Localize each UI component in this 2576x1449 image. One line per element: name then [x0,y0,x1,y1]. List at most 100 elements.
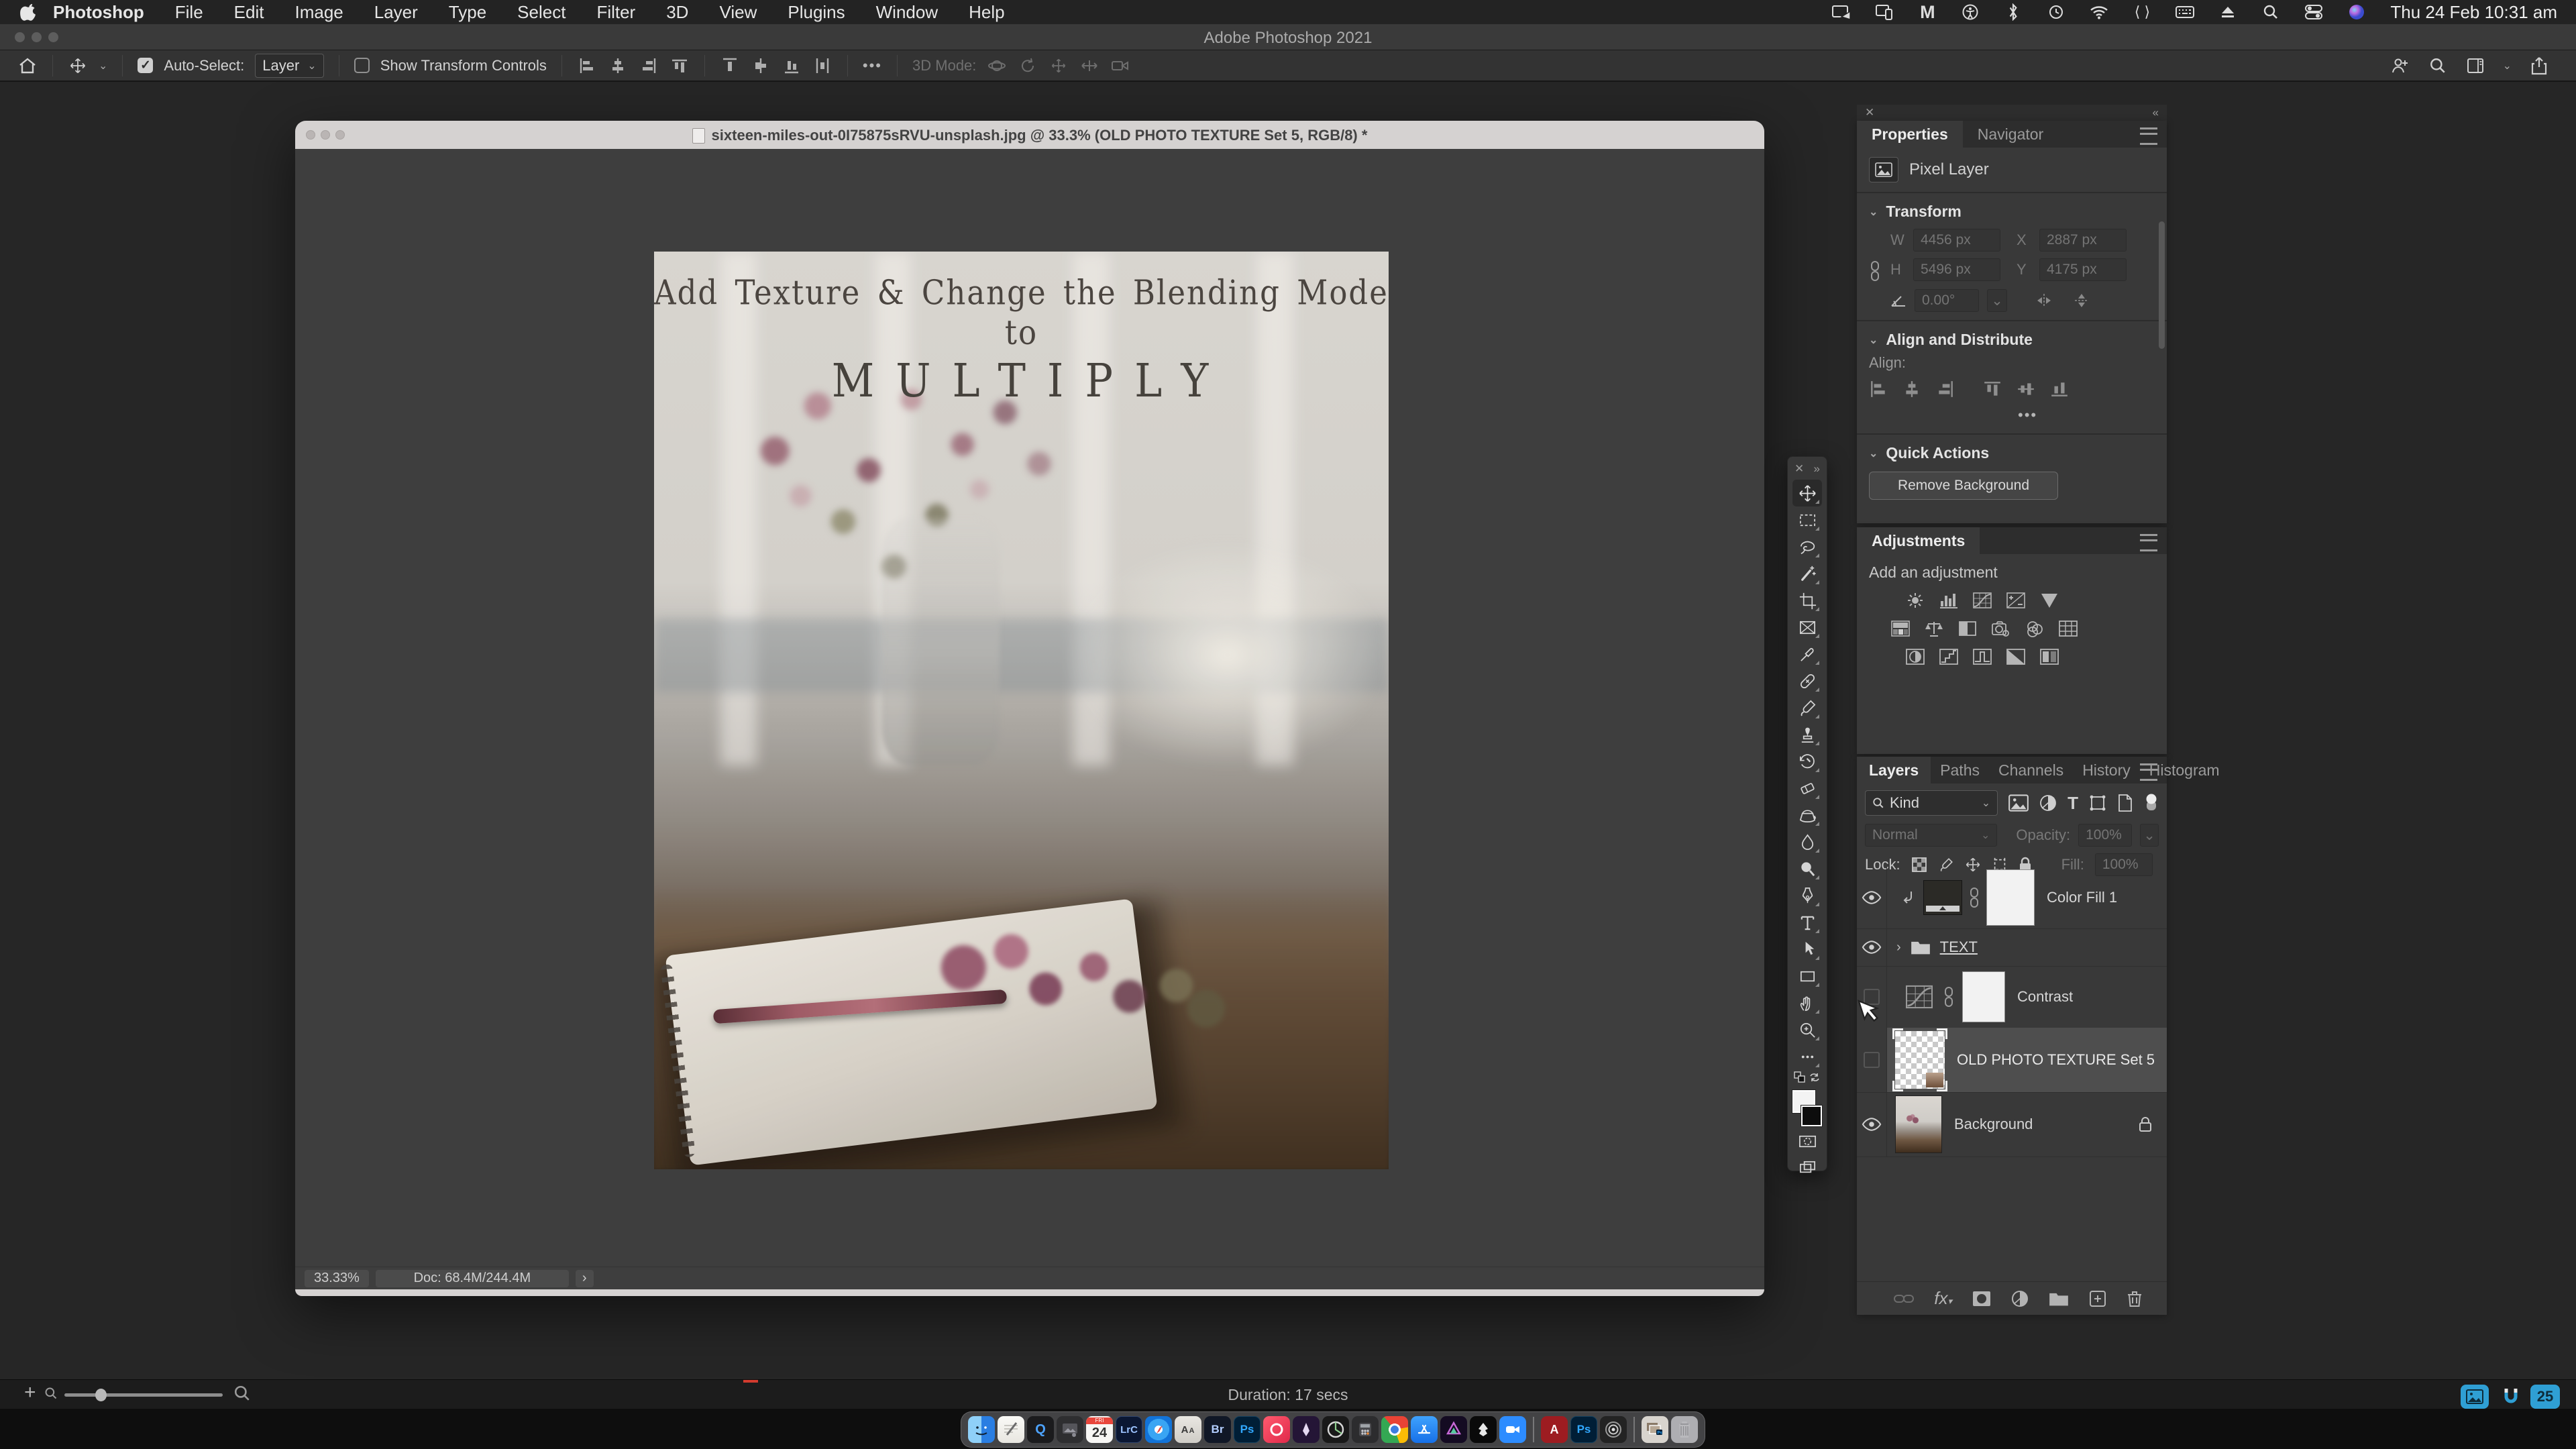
color-lookup-icon[interactable] [2054,616,2082,641]
flip-vertical-icon[interactable] [2073,292,2090,309]
menu-file[interactable]: File [160,2,219,23]
align-middle-icon[interactable] [2017,380,2035,398]
zoom-in-icon[interactable] [233,1385,251,1402]
distribute-top-icon[interactable] [720,56,740,76]
visibility-toggle[interactable] [1857,867,1887,928]
options-more-button[interactable]: ••• [863,57,882,74]
y-field[interactable]: 4175 px [2039,258,2127,281]
layer-row-contrast[interactable]: Contrast [1857,966,2167,1028]
doc-size-indicator[interactable]: Doc: 68.4M/244.4M [375,1269,569,1287]
default-colors-icon[interactable] [1794,1071,1806,1083]
rotate-dropdown[interactable]: ⌄ [1987,289,2007,312]
pen-tool[interactable] [1792,882,1822,909]
brush-tool[interactable] [1792,694,1822,721]
quick-mask-icon[interactable] [1792,1128,1822,1155]
dock-safari[interactable] [1145,1416,1172,1443]
black-white-icon[interactable] [1953,616,1982,641]
quick-actions-section-label[interactable]: Quick Actions [1886,444,1989,462]
curves-icon[interactable] [1968,588,1996,612]
menu-view[interactable]: View [704,2,772,23]
dock-screen-app[interactable] [1057,1416,1083,1443]
panel-close-icon[interactable]: ✕ [1865,106,1874,119]
flip-horizontal-icon[interactable] [2035,292,2053,309]
accessibility-icon[interactable] [1961,3,1980,21]
layer-row-texture-selected[interactable]: OLD PHOTO TEXTURE Set 5 [1857,1028,2167,1093]
layer-row-background[interactable]: Background [1857,1092,2167,1157]
align-top-edges-icon[interactable] [669,56,690,76]
new-group-icon[interactable] [2049,1291,2069,1307]
dock-textedit[interactable] [998,1416,1024,1443]
properties-scrollbar[interactable] [2159,221,2165,349]
fill-layer-thumbnail[interactable] [1923,880,1962,915]
document-title-bar[interactable]: sixteen-miles-out-0I75875sRVU-unsplash.j… [295,121,1764,149]
keyboard-switcher-icon[interactable] [2176,3,2195,21]
move-tool[interactable] [1792,480,1822,506]
marquee-tool[interactable] [1792,506,1822,533]
align-bottom-icon[interactable] [2050,380,2069,398]
hue-saturation-icon[interactable] [1886,616,1915,641]
dock-downloads-stack[interactable]: Ps [1642,1416,1668,1443]
menu-3d[interactable]: 3D [651,2,704,23]
filter-smart-objects-icon[interactable] [2117,794,2133,812]
sidecar-device-icon[interactable] [1875,3,1894,21]
filter-pixel-layers-icon[interactable] [2008,794,2029,812]
dock-acrobat[interactable]: A [1541,1416,1568,1443]
tab-paths[interactable]: Paths [1931,757,1989,784]
filter-adjustment-layers-icon[interactable] [2039,794,2057,812]
distribute-vcenter-icon[interactable] [751,56,771,76]
toolbar-more-icon[interactable] [1792,1043,1822,1070]
align-center-icon[interactable] [1902,380,1921,398]
eyedropper-tool[interactable] [1792,641,1822,667]
screenshot-chip-icon[interactable] [2461,1385,2489,1409]
home-icon[interactable] [17,56,38,76]
healing-brush-tool[interactable] [1792,667,1822,694]
filter-type-layers-icon[interactable]: T [2068,793,2078,814]
layers-menu-icon[interactable] [2140,763,2157,781]
width-field[interactable]: 4456 px [1913,229,2000,252]
eraser-tool[interactable] [1792,775,1822,802]
menu-window[interactable]: Window [861,2,953,23]
add-layer-mask-icon[interactable] [1972,1291,1991,1307]
dock-photoshop-2[interactable]: Ps [1570,1416,1597,1443]
dock-shutter-app[interactable] [1322,1416,1349,1443]
dock-design-app[interactable] [1293,1416,1320,1443]
layer-styles-icon[interactable]: fx▾ [1934,1288,1952,1309]
hand-tool[interactable] [1792,989,1822,1016]
canvas-image[interactable]: Add Texture & Change the Blending Mode t… [654,252,1389,1169]
siri-icon[interactable] [2347,3,2366,21]
auto-select-dropdown[interactable]: Layer ⌄ [255,53,324,78]
align-left-edges-icon[interactable] [577,56,597,76]
rectangle-tool[interactable] [1792,963,1822,989]
layer-name[interactable]: Background [1954,1116,2033,1133]
tab-adjustments[interactable]: Adjustments [1857,527,1980,554]
layer-filter-toggle[interactable] [2144,793,2159,813]
new-adjustment-layer-icon[interactable] [2011,1290,2029,1307]
visibility-toggle[interactable] [1857,928,1887,966]
transform-section-label[interactable]: Transform [1886,203,1961,221]
layer-name[interactable]: Contrast [2017,988,2073,1006]
gradient-tool[interactable] [1792,802,1822,828]
timeline-zoom-thumb[interactable] [95,1389,107,1401]
wifi-icon[interactable] [2090,3,2108,21]
lasso-tool[interactable] [1792,533,1822,560]
layer-mask-thumbnail[interactable] [1962,971,2005,1022]
dock-red-app[interactable] [1263,1416,1290,1443]
dock-photoshop[interactable]: Ps [1234,1416,1260,1443]
align-left-icon[interactable] [1869,380,1888,398]
menu-plugins[interactable]: Plugins [772,2,860,23]
align-top-icon[interactable] [1983,380,2002,398]
panel-collapse-icon[interactable]: « [2153,106,2159,119]
texture-layer-thumbnail[interactable] [1892,1028,1947,1091]
dock-font-book[interactable]: AA [1175,1416,1201,1443]
tab-layers[interactable]: Layers [1857,757,1931,784]
tab-history[interactable]: History [2073,757,2140,784]
move-tool-dropdown-chevron[interactable]: ⌄ [99,59,107,72]
invert-icon[interactable] [1901,645,1929,669]
toolbar-close-icon[interactable]: ✕ [1794,462,1804,476]
transform-link-icon[interactable] [1866,226,1884,316]
dock-inkscape[interactable] [1470,1416,1497,1443]
align-section-label[interactable]: Align and Distribute [1886,331,2033,349]
vibrance-icon[interactable] [2035,588,2063,612]
levels-icon[interactable] [1935,588,1963,612]
object-selection-tool[interactable] [1792,560,1822,587]
